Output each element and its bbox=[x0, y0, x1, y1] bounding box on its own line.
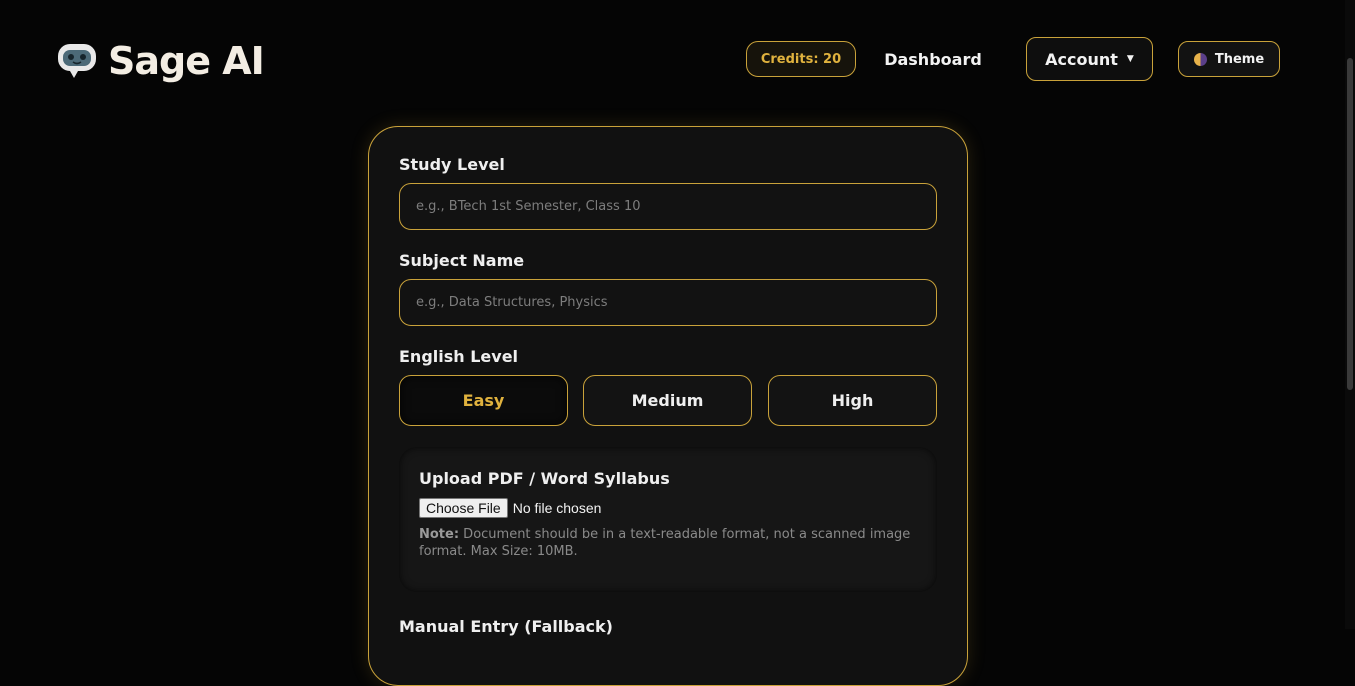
study-level-input[interactable] bbox=[399, 183, 937, 230]
subject-name-label: Subject Name bbox=[399, 251, 525, 270]
manual-entry-label: Manual Entry (Fallback) bbox=[399, 617, 613, 636]
theme-toggle-button[interactable]: Theme bbox=[1178, 41, 1280, 77]
english-level-label: English Level bbox=[399, 347, 519, 366]
account-menu-button[interactable]: Account ▼ bbox=[1026, 37, 1153, 81]
caret-down-icon: ▼ bbox=[1126, 54, 1134, 64]
dashboard-link[interactable]: Dashboard bbox=[880, 48, 986, 72]
english-level-medium-button[interactable]: Medium bbox=[583, 375, 752, 426]
upload-note: Note: Document should be in a text-reada… bbox=[419, 526, 919, 560]
scrollbar-thumb[interactable] bbox=[1347, 58, 1353, 390]
study-level-label: Study Level bbox=[399, 155, 505, 174]
syllabus-form-card: Study Level Subject Name English Level E… bbox=[368, 126, 968, 686]
note-text: Document should be in a text-readable fo… bbox=[419, 527, 911, 559]
theme-label: Theme bbox=[1214, 51, 1265, 67]
file-status-text: No file chosen bbox=[512, 500, 602, 516]
robot-chat-bubble-icon bbox=[58, 44, 96, 78]
subject-name-input[interactable] bbox=[399, 279, 937, 326]
page-scrollbar[interactable] bbox=[1345, 0, 1355, 629]
english-level-easy-button[interactable]: Easy bbox=[399, 375, 568, 426]
credits-label: Credits: 20 bbox=[760, 51, 842, 67]
brand-name: Sage AI bbox=[108, 39, 265, 83]
upload-syllabus-panel: Upload PDF / Word Syllabus Choose File N… bbox=[399, 447, 937, 592]
credits-badge[interactable]: Credits: 20 bbox=[746, 41, 856, 77]
brand-logo[interactable]: Sage AI bbox=[56, 39, 265, 83]
note-prefix: Note: bbox=[419, 527, 460, 542]
choose-file-button[interactable]: Choose File bbox=[419, 498, 508, 518]
file-input: Choose File No file chosen bbox=[419, 498, 601, 518]
half-moon-theme-icon bbox=[1193, 52, 1207, 66]
upload-title: Upload PDF / Word Syllabus bbox=[419, 469, 670, 488]
account-label: Account bbox=[1045, 49, 1118, 69]
english-level-high-button[interactable]: High bbox=[768, 375, 937, 426]
top-header: Sage AI Credits: 20 Dashboard Account ▼ … bbox=[0, 0, 1345, 120]
